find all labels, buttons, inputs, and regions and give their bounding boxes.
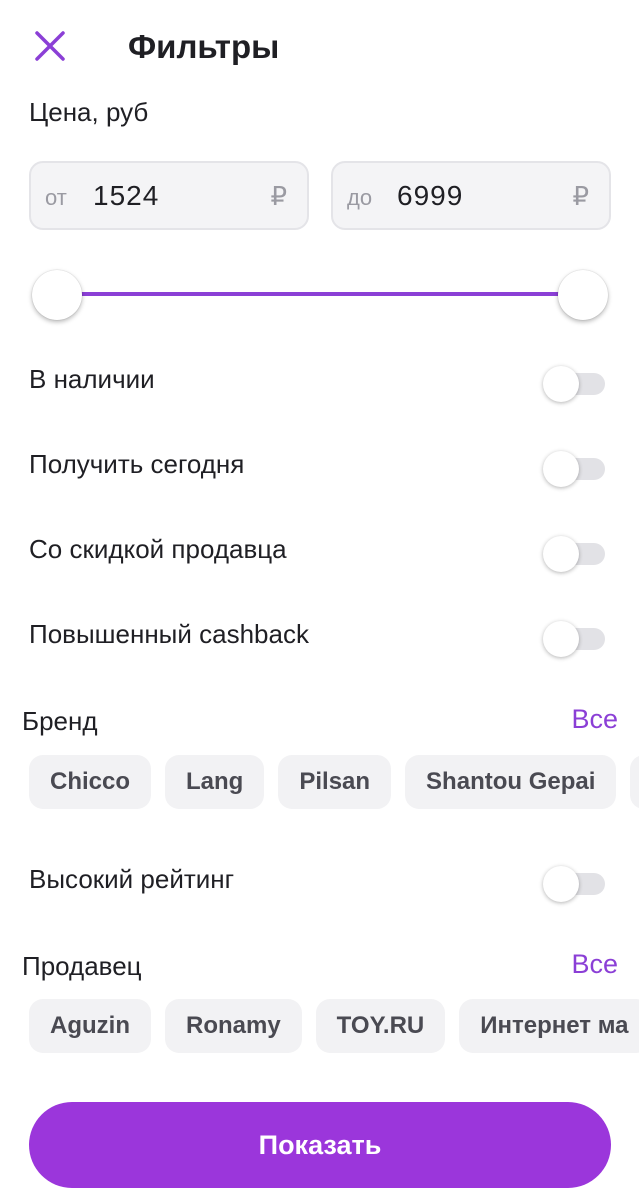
brand-label: Бренд	[22, 706, 98, 736]
slider-track	[56, 292, 584, 296]
ruble-icon: ₽	[572, 181, 589, 211]
price-from-value[interactable]: 1524	[93, 180, 159, 212]
toggle-label: Получить сегодня	[29, 449, 245, 479]
price-to-field[interactable]: до 6999 ₽	[331, 161, 611, 230]
seller-chip[interactable]: Aguzin	[29, 999, 151, 1053]
toggle-row-high-rating: Высокий рейтинг	[29, 860, 609, 902]
toggle-row-cashback: Повышенный cashback	[29, 615, 609, 657]
close-icon[interactable]	[30, 27, 70, 67]
toggle-row-today: Получить сегодня	[29, 445, 609, 487]
toggle-label: В наличии	[29, 364, 155, 394]
price-range-slider[interactable]	[32, 268, 608, 322]
toggle-label: Со скидкой продавца	[29, 534, 287, 564]
brand-section-header: Бренд Все	[22, 702, 618, 742]
in-stock-switch[interactable]	[543, 366, 609, 402]
price-from-prefix: от	[45, 185, 67, 210]
brand-chip[interactable]: Chicco	[29, 755, 152, 809]
toggle-row-in-stock: В наличии	[29, 360, 609, 402]
price-to-value[interactable]: 6999	[397, 180, 463, 212]
seller-chip[interactable]: TOY.RU	[315, 999, 446, 1053]
today-switch[interactable]	[543, 451, 609, 487]
brand-chip[interactable]: Shantou Gepai	[405, 755, 617, 809]
slider-min-handle[interactable]	[32, 270, 82, 320]
seller-chip-list: Aguzin Ronamy TOY.RU Интернет ма	[29, 999, 639, 1053]
slider-max-handle[interactable]	[558, 270, 608, 320]
seller-section-header: Продавец Все	[22, 947, 618, 987]
brand-all-link[interactable]: Все	[571, 704, 618, 735]
seller-discount-switch[interactable]	[543, 536, 609, 572]
price-from-field[interactable]: от 1524 ₽	[29, 161, 309, 230]
price-label: Цена, руб	[29, 97, 149, 127]
high-rating-switch[interactable]	[543, 866, 609, 902]
show-button[interactable]: Показать	[29, 1102, 611, 1188]
toggle-label: Высокий рейтинг	[29, 864, 235, 894]
brand-chip-list: Chicco Lang Pilsan Shantou Gepai	[29, 755, 639, 809]
seller-chip[interactable]: Интернет ма	[459, 999, 639, 1053]
price-to-prefix: до	[347, 185, 373, 210]
seller-all-link[interactable]: Все	[571, 949, 618, 980]
brand-chip[interactable]: Lang	[165, 755, 265, 809]
ruble-icon: ₽	[270, 181, 287, 211]
toggle-row-seller-discount: Со скидкой продавца	[29, 530, 609, 572]
cashback-switch[interactable]	[543, 621, 609, 657]
brand-chip[interactable]: Pilsan	[278, 755, 392, 809]
header: Фильтры	[0, 0, 639, 96]
brand-chip-partial[interactable]	[630, 755, 639, 809]
page-title: Фильтры	[128, 28, 280, 65]
seller-chip[interactable]: Ronamy	[164, 999, 302, 1053]
toggle-label: Повышенный cashback	[29, 619, 309, 649]
seller-label: Продавец	[22, 951, 142, 981]
